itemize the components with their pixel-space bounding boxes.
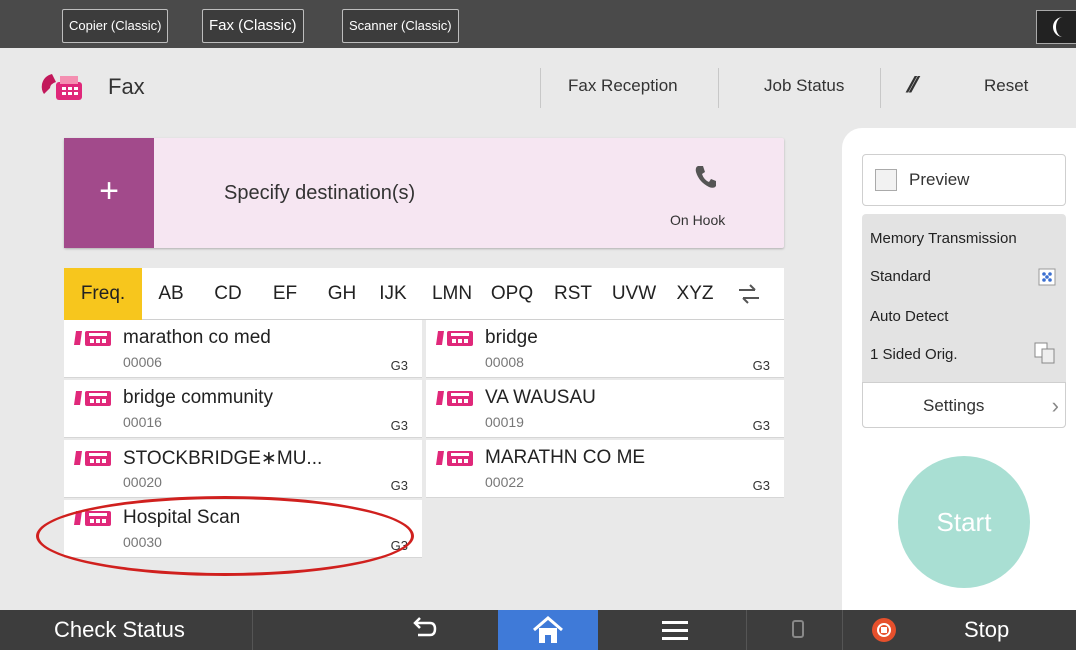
one-sided-icon <box>1034 342 1055 364</box>
address-index-tabs: Freq. AB CD EF GH IJK LMN OPQ RST UVW XY… <box>64 268 784 320</box>
entry-type: G3 <box>390 418 408 433</box>
fax-reception-button[interactable]: Fax Reception <box>568 76 678 96</box>
specify-destination-bar[interactable]: + Specify destination(s) On Hook <box>64 138 784 248</box>
highlight-circle <box>36 496 414 576</box>
switch-display-icon[interactable] <box>736 282 762 306</box>
fax-destination-icon <box>436 451 473 466</box>
entry-name: bridge community <box>123 387 273 408</box>
stop-icon[interactable] <box>872 618 896 642</box>
entry-name: STOCKBRIDGE∗MU... <box>123 448 323 469</box>
fax-destination-icon <box>74 331 111 346</box>
entry-name: VA WAUSAU <box>485 387 596 408</box>
reset-button[interactable]: Reset <box>984 76 1028 96</box>
chevron-right-icon: › <box>1051 393 1059 418</box>
resolution-label: Standard <box>870 268 931 285</box>
preview-label: Preview <box>909 170 970 189</box>
tab-ef[interactable]: EF <box>260 268 310 320</box>
memory-transmission-label: Memory Transmission <box>870 230 1017 247</box>
list-item[interactable]: bridge community 00016 G3 <box>64 380 422 438</box>
stop-hand-icon <box>877 623 891 637</box>
settings-button[interactable]: Settings › <box>862 382 1066 428</box>
resolution-icon <box>1038 268 1056 286</box>
right-settings-panel: Preview Memory Transmission Standard Aut… <box>842 128 1076 610</box>
original-size-label: Auto Detect <box>870 308 949 325</box>
entry-name: marathon co med <box>123 327 271 348</box>
on-hook-button[interactable]: On Hook <box>670 212 725 228</box>
home-button[interactable] <box>498 610 598 650</box>
fax-destination-icon <box>436 391 473 406</box>
tab-freq[interactable]: Freq. <box>64 268 142 320</box>
fax-destination-icon <box>436 331 473 346</box>
tab-ab[interactable]: AB <box>146 268 196 320</box>
settings-summary[interactable]: Memory Transmission Standard Auto Detect… <box>862 214 1066 428</box>
app-switcher-bar: Copier (Classic) Fax (Classic) Scanner (… <box>0 0 1076 48</box>
fax-header: Fax Fax Reception Job Status // Reset <box>0 48 1076 130</box>
app-tab-copier[interactable]: Copier (Classic) <box>62 9 169 43</box>
bottom-nav-bar: Check Status Stop <box>0 610 1076 650</box>
entry-type: G3 <box>390 478 408 493</box>
entry-type: G3 <box>752 418 770 433</box>
tab-cd[interactable]: CD <box>202 268 254 320</box>
job-status-button[interactable]: Job Status <box>764 76 844 96</box>
tab-gh[interactable]: GH <box>316 268 368 320</box>
preview-toggle[interactable]: Preview <box>862 154 1066 206</box>
specify-destination-label[interactable]: Specify destination(s) <box>224 182 415 205</box>
entry-type: G3 <box>390 358 408 373</box>
app-tab-fax[interactable]: Fax (Classic) <box>202 9 304 43</box>
start-button[interactable]: Start <box>898 456 1030 588</box>
entry-number: 00019 <box>485 414 524 430</box>
app-tab-scanner[interactable]: Scanner (Classic) <box>342 9 459 43</box>
tab-lmn[interactable]: LMN <box>422 268 482 320</box>
divider <box>880 68 881 108</box>
energy-saver-button[interactable] <box>1036 10 1076 44</box>
tab-opq[interactable]: OPQ <box>484 268 540 320</box>
entry-number: 00016 <box>123 414 162 430</box>
back-icon[interactable] <box>408 614 438 644</box>
entry-type: G3 <box>752 478 770 493</box>
menu-icon[interactable] <box>662 618 688 642</box>
tab-xyz[interactable]: XYZ <box>666 268 724 320</box>
divider <box>718 68 719 108</box>
tab-rst[interactable]: RST <box>544 268 602 320</box>
fax-destination-icon <box>74 451 111 466</box>
check-status-button[interactable]: Check Status <box>54 617 185 643</box>
home-icon <box>533 616 563 643</box>
fax-destination-icon <box>74 391 111 406</box>
sided-original-label: 1 Sided Orig. <box>870 346 958 363</box>
entry-number: 00020 <box>123 474 162 490</box>
list-item[interactable]: VA WAUSAU 00019 G3 <box>426 380 784 438</box>
list-item[interactable]: bridge 00008 G3 <box>426 320 784 378</box>
divider <box>252 610 253 650</box>
divider <box>746 610 747 650</box>
divider <box>842 610 843 650</box>
list-item[interactable]: marathon co med 00006 G3 <box>64 320 422 378</box>
phone-icon[interactable] <box>694 164 718 190</box>
stop-button[interactable]: Stop <box>964 617 1009 643</box>
entry-number: 00008 <box>485 354 524 370</box>
reset-icon[interactable]: // <box>903 72 919 98</box>
entry-name: bridge <box>485 327 538 348</box>
entry-number: 00022 <box>485 474 524 490</box>
list-item[interactable]: MARATHN CO ME 00022 G3 <box>426 440 784 498</box>
moon-icon <box>1053 17 1063 37</box>
tab-ijk[interactable]: IJK <box>370 268 416 320</box>
divider <box>540 68 541 108</box>
page-title: Fax <box>108 74 145 99</box>
settings-label: Settings <box>923 396 985 415</box>
add-destination-button[interactable]: + <box>64 138 154 248</box>
entry-number: 00006 <box>123 354 162 370</box>
fax-app-icon <box>41 74 82 100</box>
list-item[interactable]: STOCKBRIDGE∗MU... 00020 G3 <box>64 440 422 498</box>
tab-uvw[interactable]: UVW <box>604 268 664 320</box>
entry-name: MARATHN CO ME <box>485 447 646 468</box>
preview-checkbox[interactable] <box>875 169 897 191</box>
memory-icon <box>792 620 804 638</box>
entry-type: G3 <box>752 358 770 373</box>
